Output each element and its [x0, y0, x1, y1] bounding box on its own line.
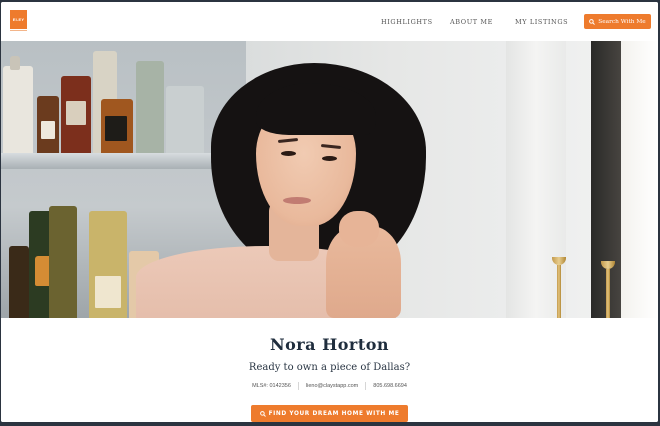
nav-link-highlights[interactable]: Highlights: [381, 18, 433, 26]
shelf-plank: [1, 153, 219, 169]
contact-info: MLS#: 0142356 lieno@claystapp.com 805.69…: [1, 382, 658, 390]
agent-tagline: Ready to own a piece of Dallas?: [248, 362, 411, 373]
browser-frame: EI-EY Highlights About Me My Listings Se…: [0, 0, 660, 426]
hero-portrait-photo: [1, 41, 658, 318]
mls-number: MLS#: 0142356: [252, 383, 291, 389]
nav-link-my-listings[interactable]: My Listings: [515, 18, 568, 26]
lips: [283, 197, 311, 204]
phone-link[interactable]: 805.698.6694: [366, 383, 414, 389]
logo-underline: [10, 30, 27, 31]
window-light: [621, 41, 658, 318]
search-with-me-button[interactable]: Search With Me: [584, 14, 651, 29]
search-with-me-label: Search With Me: [598, 18, 646, 25]
candlestick: [557, 265, 561, 318]
brand-logo[interactable]: EI-EY: [10, 10, 27, 29]
hand: [339, 211, 379, 247]
candlestick: [606, 269, 610, 318]
nav-link-about-me[interactable]: About Me: [450, 18, 493, 26]
page: EI-EY Highlights About Me My Listings Se…: [1, 2, 658, 422]
search-icon: [589, 18, 596, 25]
top-nav: EI-EY Highlights About Me My Listings Se…: [1, 2, 658, 41]
agent-name: Nora Horton: [269, 335, 390, 354]
find-dream-home-button[interactable]: FIND YOUR DREAM HOME WITH ME: [251, 405, 408, 422]
email-link[interactable]: lieno@claystapp.com: [299, 383, 365, 389]
find-dream-home-label: FIND YOUR DREAM HOME WITH ME: [268, 410, 400, 417]
agent-profile: Nora Horton Ready to own a piece of Dall…: [1, 318, 658, 422]
search-icon: [259, 410, 266, 417]
logo-text: EI-EY: [12, 17, 25, 22]
